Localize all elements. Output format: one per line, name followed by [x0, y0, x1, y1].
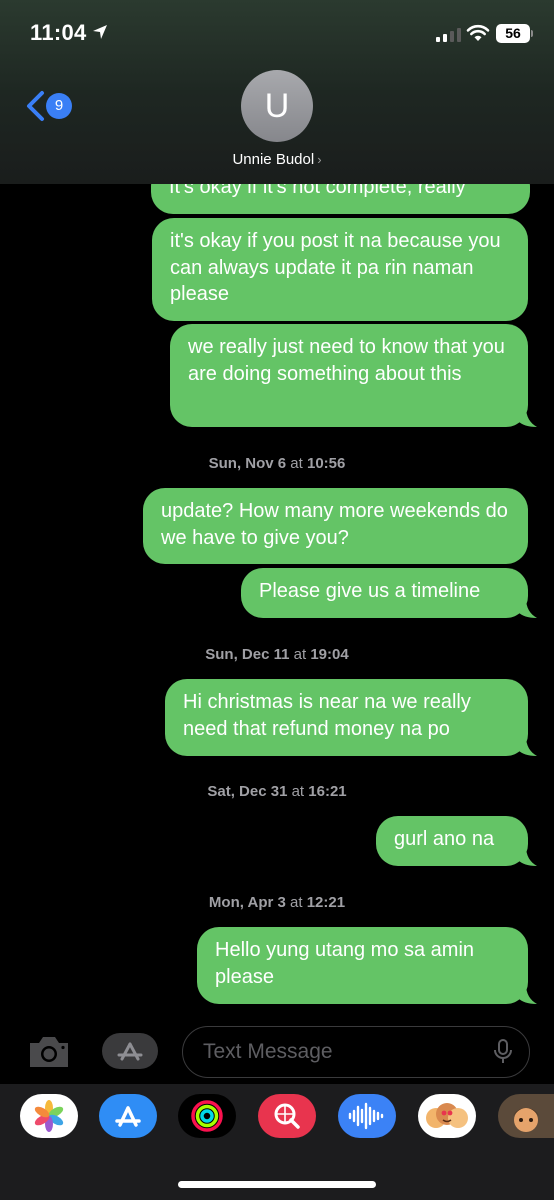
search-images-app-icon[interactable] [258, 1094, 316, 1138]
app-store-icon [117, 1042, 143, 1061]
contact-name-button[interactable]: Unnie Budol › [0, 151, 554, 168]
wifi-icon [466, 24, 490, 41]
waveform-icon [348, 1102, 384, 1130]
timestamp-divider: Sun, Dec 11 at 19:04 [0, 646, 554, 663]
status-bar: 11:04 56 [0, 0, 554, 60]
message-text: it's okay if you post it na because you … [170, 230, 501, 305]
memoji-stickers-app-icon[interactable] [418, 1094, 476, 1138]
message-bubble[interactable]: Hello yung utang mo sa amin please [197, 927, 528, 1004]
activity-rings-icon [191, 1100, 223, 1132]
timestamp-day: Sun, Dec 11 [205, 646, 290, 663]
bubble-tail [518, 846, 537, 866]
status-time: 11:04 [30, 20, 87, 45]
timestamp-at: at [287, 783, 309, 800]
bubble-tail [518, 736, 537, 756]
timestamp-divider: Sun, Nov 6 at 10:56 [0, 455, 554, 472]
globe-search-icon [274, 1103, 300, 1129]
battery-indicator: 56 [496, 24, 530, 43]
app-store-button[interactable] [102, 1033, 158, 1069]
message-text: gurl ano na [394, 828, 495, 850]
photos-app-icon[interactable] [20, 1094, 78, 1138]
message-bubble[interactable]: update? How many more weekends do we hav… [143, 488, 528, 564]
timestamp-divider: Sat, Dec 31 at 16:21 [0, 783, 554, 800]
timestamp-day: Mon, Apr 3 [208, 894, 286, 911]
app-store-app-icon[interactable] [99, 1094, 157, 1138]
memoji-face-icon [513, 1108, 539, 1132]
cellular-signal-icon [436, 28, 461, 42]
photos-flower-icon [34, 1100, 64, 1132]
memoji-group-icon [426, 1103, 468, 1128]
timestamp-time: 19:04 [310, 646, 349, 663]
message-bubble[interactable]: Please give us a timeline [241, 568, 528, 618]
message-text: we really just need to know that you are… [188, 336, 505, 385]
timestamp-divider: Mon, Apr 3 at 12:21 [0, 894, 554, 911]
timestamp-time: 12:21 [306, 894, 346, 911]
bubble-tail [518, 984, 537, 1004]
timestamp-at: at [289, 646, 311, 663]
conversation-header: 11:04 56 9 U Unnie Budol › [0, 0, 554, 184]
message-text: Please give us a timeline [259, 580, 481, 602]
app-store-a-icon [115, 1106, 141, 1127]
home-indicator[interactable] [178, 1181, 376, 1188]
message-bubble[interactable]: we really just need to know that you are… [170, 324, 528, 427]
timestamp-day: Sun, Nov 6 [208, 455, 287, 472]
bubble-tail [518, 598, 537, 618]
message-text: Hi christmas is near na we really need t… [183, 691, 471, 740]
timestamp-time: 10:56 [307, 455, 346, 472]
fitness-app-icon[interactable] [178, 1094, 236, 1138]
battery-cap [531, 30, 533, 37]
microphone-icon[interactable] [493, 1039, 513, 1065]
camera-icon[interactable] [26, 1033, 72, 1071]
message-bubble[interactable]: it's okay if you post it na because you … [152, 218, 528, 321]
memoji-app-icon[interactable] [498, 1094, 554, 1138]
message-input[interactable]: Text Message [182, 1026, 530, 1078]
audio-app-icon[interactable] [338, 1094, 396, 1138]
timestamp-day: Sat, Dec 31 [207, 783, 288, 800]
message-input-placeholder: Text Message [203, 1040, 333, 1063]
timestamp-at: at [285, 894, 307, 911]
message-bubble[interactable]: gurl ano na [376, 816, 528, 866]
message-bubble[interactable]: Hi christmas is near na we really need t… [165, 679, 528, 756]
unread-count-badge[interactable]: 9 [46, 93, 72, 119]
timestamp-time: 16:21 [308, 783, 347, 800]
message-text: Hello yung utang mo sa amin please [215, 939, 475, 988]
back-chevron-icon[interactable] [24, 90, 46, 122]
contact-name: Unnie Budol [232, 151, 315, 168]
chevron-right-icon: › [317, 152, 322, 167]
timestamp-at: at [286, 455, 307, 472]
location-arrow-icon [93, 25, 107, 39]
message-text: update? How many more weekends do we hav… [161, 500, 508, 549]
bubble-tail [518, 407, 537, 427]
contact-avatar[interactable]: U [241, 70, 313, 142]
